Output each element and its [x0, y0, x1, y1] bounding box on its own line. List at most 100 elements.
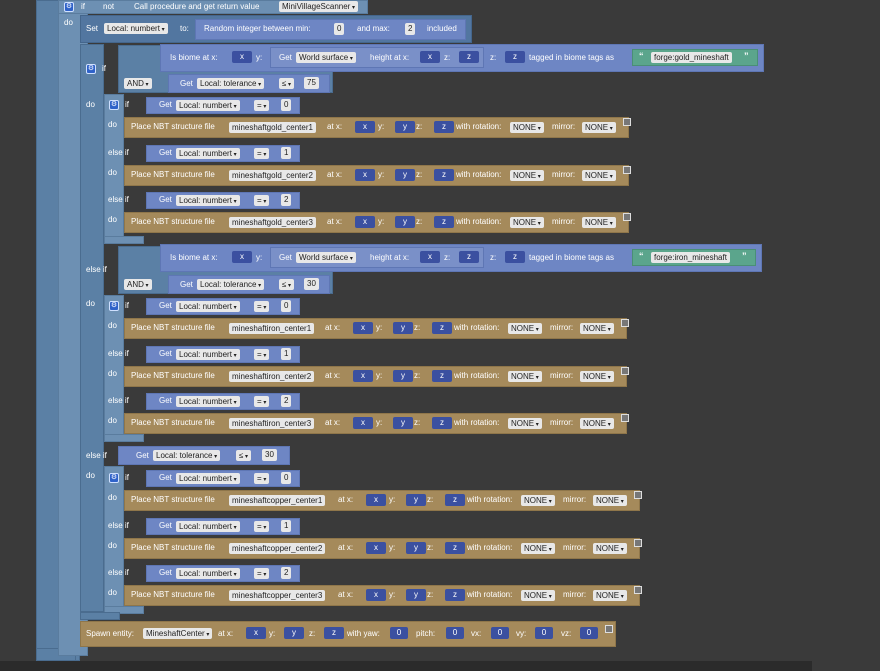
iron-tolerance-op[interactable]: ≤	[279, 279, 295, 290]
copper-2-mirror-dropdown[interactable]: NONE	[593, 543, 627, 554]
copper-2-z-input[interactable]: z	[445, 542, 465, 554]
copper-3-rotation-dropdown[interactable]: NONE	[521, 590, 555, 601]
gold-3-op-dropdown[interactable]: =	[254, 195, 270, 206]
iron-1-rotation-dropdown[interactable]: NONE	[508, 323, 542, 334]
gold-3-mirror-dropdown[interactable]: NONE	[582, 217, 616, 228]
copper-1-op-dropdown[interactable]: =	[254, 473, 270, 484]
iron-1-value-input[interactable]: 0	[281, 300, 292, 312]
copper-2-value-input[interactable]: 1	[281, 520, 292, 532]
iron-2-y-input[interactable]: y	[393, 370, 413, 382]
copper-tolerance-op[interactable]: ≤	[236, 450, 252, 461]
iron-1-x-input[interactable]: x	[353, 322, 373, 334]
copper-3-file-input[interactable]: mineshaftcopper_center3	[229, 590, 326, 601]
iron-2-value-input[interactable]: 1	[281, 348, 292, 360]
gold-2-comment-icon[interactable]	[623, 166, 631, 174]
copper-2-rotation-dropdown[interactable]: NONE	[521, 543, 555, 554]
iron-3-mirror-dropdown[interactable]: NONE	[580, 418, 614, 429]
iron-height-x[interactable]: x	[420, 251, 440, 263]
copper-1-x-input[interactable]: x	[366, 494, 386, 506]
iron-1-comment-icon[interactable]	[621, 319, 629, 327]
copper-1-y-input[interactable]: y	[406, 494, 426, 506]
gold-3-variable-dropdown[interactable]: Local: numbert	[176, 195, 240, 206]
copper-1-value-input[interactable]: 0	[281, 472, 292, 484]
iron-tolerance-variable[interactable]: Local: tolerance	[197, 279, 265, 290]
iron-1-z-input[interactable]: z	[432, 322, 452, 334]
copper-2-x-input[interactable]: x	[366, 542, 386, 554]
gold-2-op-dropdown[interactable]: =	[254, 148, 270, 159]
iron-1-file-input[interactable]: mineshaftiron_center1	[229, 323, 315, 334]
copper-2-file-input[interactable]: mineshaftcopper_center2	[229, 543, 326, 554]
gold-1-file-input[interactable]: mineshaftgold_center1	[229, 122, 316, 133]
iron-1-variable-dropdown[interactable]: Local: numbert	[176, 301, 240, 312]
gold-1-x-input[interactable]: x	[355, 121, 375, 133]
set-variable-dropdown[interactable]: Local: numbert	[104, 23, 168, 34]
spawn-z[interactable]: z	[324, 627, 344, 639]
iron-2-rotation-dropdown[interactable]: NONE	[508, 371, 542, 382]
spawn-pitch[interactable]: 0	[446, 627, 464, 639]
gold-3-comment-icon[interactable]	[623, 213, 631, 221]
gold-and-dropdown[interactable]: AND	[124, 78, 152, 89]
gold-2-value-input[interactable]: 1	[281, 147, 292, 159]
gold-1-z-input[interactable]: z	[434, 121, 454, 133]
iron-tolerance-value[interactable]: 30	[304, 278, 319, 290]
copper-1-rotation-dropdown[interactable]: NONE	[521, 495, 555, 506]
copper-3-y-input[interactable]: y	[406, 589, 426, 601]
gold-3-rotation-dropdown[interactable]: NONE	[510, 217, 544, 228]
copper-2-comment-icon[interactable]	[634, 539, 642, 547]
iron-1-mirror-dropdown[interactable]: NONE	[580, 323, 614, 334]
spawn-comment-icon[interactable]	[605, 625, 613, 633]
gold-height-z[interactable]: z	[459, 51, 479, 63]
iron-3-op-dropdown[interactable]: =	[254, 396, 270, 407]
iron-2-x-input[interactable]: x	[353, 370, 373, 382]
gold-2-file-input[interactable]: mineshaftgold_center2	[229, 170, 316, 181]
copper-1-mirror-dropdown[interactable]: NONE	[593, 495, 627, 506]
gold-tolerance-variable[interactable]: Local: tolerance	[197, 78, 265, 89]
iron-3-rotation-dropdown[interactable]: NONE	[508, 418, 542, 429]
iron-2-mirror-dropdown[interactable]: NONE	[580, 371, 614, 382]
spawn-vx[interactable]: 0	[491, 627, 509, 639]
gold-1-value-input[interactable]: 0	[281, 99, 292, 111]
iron-3-variable-dropdown[interactable]: Local: numbert	[176, 396, 240, 407]
copper-3-variable-dropdown[interactable]: Local: numbert	[176, 568, 240, 579]
iron-biome-z[interactable]: z	[505, 251, 525, 263]
iron-3-file-input[interactable]: mineshaftiron_center3	[229, 418, 315, 429]
gold-1-op-dropdown[interactable]: =	[254, 100, 270, 111]
copper-1-z-input[interactable]: z	[445, 494, 465, 506]
horizontal-scrollbar[interactable]	[0, 661, 812, 671]
main-if-block[interactable]	[80, 44, 104, 612]
copper-3-comment-icon[interactable]	[634, 586, 642, 594]
iron-3-x-input[interactable]: x	[353, 417, 373, 429]
copper-2-variable-dropdown[interactable]: Local: numbert	[176, 521, 240, 532]
gold-3-x-input[interactable]: x	[355, 216, 375, 228]
spawn-vy[interactable]: 0	[535, 627, 553, 639]
copper-tolerance-variable[interactable]: Local: tolerance	[153, 450, 221, 461]
iron-3-comment-icon[interactable]	[621, 414, 629, 422]
iron-2-z-input[interactable]: z	[432, 370, 452, 382]
procedure-name-dropdown[interactable]: MiniVillageScanner	[279, 1, 359, 12]
iron-2-variable-dropdown[interactable]: Local: numbert	[176, 349, 240, 360]
gold-inner-if-bottom[interactable]	[104, 236, 144, 244]
gold-3-y-input[interactable]: y	[395, 216, 415, 228]
gold-3-value-input[interactable]: 2	[281, 194, 292, 206]
copper-tolerance-value[interactable]: 30	[262, 449, 277, 461]
copper-3-op-dropdown[interactable]: =	[254, 568, 270, 579]
gold-1-comment-icon[interactable]	[623, 118, 631, 126]
copper-3-x-input[interactable]: x	[366, 589, 386, 601]
gold-2-variable-dropdown[interactable]: Local: numbert	[176, 148, 240, 159]
copper-3-value-input[interactable]: 2	[281, 567, 292, 579]
iron-2-op-dropdown[interactable]: =	[254, 349, 270, 360]
iron-3-y-input[interactable]: y	[393, 417, 413, 429]
random-max-input[interactable]: 2	[405, 23, 416, 35]
gold-3-z-input[interactable]: z	[434, 216, 454, 228]
copper-1-gear-icon[interactable]: ⚙	[109, 473, 119, 483]
gold-2-x-input[interactable]: x	[355, 169, 375, 181]
main-if-gear-icon[interactable]: ⚙	[86, 64, 96, 74]
gold-biome-x[interactable]: x	[232, 51, 252, 63]
gold-world-surface-dropdown[interactable]: World surface	[296, 52, 356, 63]
gold-tolerance-value[interactable]: 75	[304, 77, 319, 89]
gold-biome-z[interactable]: z	[505, 51, 525, 63]
iron-world-surface-dropdown[interactable]: World surface	[296, 252, 356, 263]
gold-1-gear-icon[interactable]: ⚙	[109, 100, 119, 110]
gold-2-z-input[interactable]: z	[434, 169, 454, 181]
gold-1-mirror-dropdown[interactable]: NONE	[582, 122, 616, 133]
